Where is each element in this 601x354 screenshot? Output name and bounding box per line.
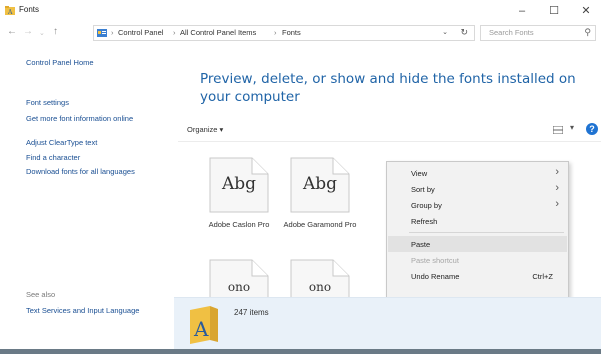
breadcrumb-separator: › bbox=[274, 28, 277, 37]
back-arrow-icon[interactable]: ← bbox=[7, 26, 17, 38]
sidebar-link-download-fonts[interactable]: Download fonts for all languages bbox=[26, 167, 146, 176]
breadcrumb-separator: › bbox=[111, 28, 114, 37]
breadcrumb-control-panel[interactable]: Control Panel bbox=[118, 28, 163, 37]
recent-locations-icon[interactable]: ⌄ bbox=[39, 28, 45, 40]
font-preview-text: Abg bbox=[221, 174, 257, 194]
minimize-button[interactable]: – bbox=[509, 2, 535, 20]
svg-text:A: A bbox=[193, 317, 209, 341]
menu-item-label: View bbox=[411, 169, 428, 178]
menu-item-view[interactable]: View › bbox=[388, 165, 567, 181]
help-icon[interactable]: ? bbox=[586, 123, 598, 135]
sidebar-link-text-services[interactable]: Text Services and Input Language bbox=[26, 306, 146, 315]
menu-item-label: Refresh bbox=[411, 217, 438, 226]
search-input[interactable]: Search Fonts ⚲ bbox=[480, 25, 596, 41]
font-tile[interactable]: ono bbox=[289, 258, 355, 315]
breadcrumb-fonts[interactable]: Fonts bbox=[282, 28, 301, 37]
menu-item-group-by[interactable]: Group by › bbox=[388, 197, 567, 213]
submenu-arrow-icon: › bbox=[555, 166, 559, 178]
menu-item-paste[interactable]: Paste bbox=[388, 236, 567, 252]
sidebar-link-control-panel-home[interactable]: Control Panel Home bbox=[26, 58, 94, 67]
sidebar-link-more-font-info[interactable]: Get more font information online bbox=[26, 114, 156, 123]
page-heading: Preview, delete, or show and hide the fo… bbox=[200, 71, 576, 105]
search-placeholder: Search Fonts bbox=[489, 28, 534, 37]
title-bar: A Fonts – ☐ ✕ bbox=[0, 0, 601, 22]
forward-arrow-icon[interactable]: → bbox=[23, 26, 33, 38]
menu-item-paste-shortcut[interactable]: Paste shortcut bbox=[388, 252, 567, 268]
view-options-icon[interactable] bbox=[553, 126, 563, 134]
font-name-label: Adobe Garamond Pro bbox=[283, 220, 357, 229]
fonts-folder-icon: A bbox=[5, 6, 15, 15]
up-arrow-icon[interactable]: ↑ bbox=[53, 26, 58, 38]
details-pane: A 247 items bbox=[174, 297, 601, 354]
menu-item-label: Undo Rename bbox=[411, 272, 460, 281]
menu-item-sort-by[interactable]: Sort by › bbox=[388, 181, 567, 197]
view-dropdown-icon[interactable]: ▾ bbox=[570, 123, 574, 132]
menu-item-label: Paste bbox=[411, 240, 431, 249]
context-menu: View › Sort by › Group by › Refresh Past… bbox=[386, 161, 569, 299]
menu-item-refresh[interactable]: Refresh bbox=[388, 213, 567, 229]
menu-separator bbox=[409, 232, 564, 233]
font-preview-text: ono bbox=[227, 280, 251, 294]
taskbar-strip bbox=[0, 349, 601, 354]
fonts-folder-icon: A bbox=[190, 306, 218, 344]
maximize-button[interactable]: ☐ bbox=[541, 2, 567, 20]
breadcrumb-separator: › bbox=[173, 28, 176, 37]
submenu-arrow-icon: › bbox=[555, 198, 559, 210]
menu-item-label: Sort by bbox=[411, 185, 435, 194]
breadcrumb-all-items[interactable]: All Control Panel Items bbox=[180, 28, 256, 37]
address-row: ← → ⌄ ↑ › Control Panel › All Control Pa… bbox=[0, 22, 601, 44]
submenu-arrow-icon: › bbox=[555, 182, 559, 194]
menu-item-undo-rename[interactable]: Undo Rename Ctrl+Z bbox=[388, 268, 567, 284]
menu-item-shortcut: Ctrl+Z bbox=[532, 272, 553, 281]
font-name-label: Adobe Caslon Pro bbox=[208, 220, 270, 229]
search-icon: ⚲ bbox=[584, 27, 591, 37]
sidebar-link-cleartype[interactable]: Adjust ClearType text bbox=[26, 138, 97, 147]
see-also-title: See also bbox=[26, 290, 56, 299]
window-title: Fonts bbox=[19, 5, 40, 14]
font-tile-adobe-garamond-pro[interactable]: Abg Adobe Garamond Pro bbox=[284, 156, 356, 252]
control-panel-icon bbox=[97, 29, 107, 37]
organize-button[interactable]: Organize ▾ bbox=[187, 125, 223, 134]
menu-item-label: Paste shortcut bbox=[411, 256, 459, 265]
font-preview-text: ono bbox=[308, 280, 332, 294]
sidebar: Control Panel Home Font settings Get mor… bbox=[0, 44, 178, 354]
command-bar: Organize ▾ ▾ ? bbox=[178, 116, 601, 142]
refresh-icon[interactable]: ↻ bbox=[460, 27, 468, 38]
address-bar[interactable]: › Control Panel › All Control Panel Item… bbox=[93, 25, 475, 41]
svg-text:A: A bbox=[7, 9, 13, 15]
sidebar-link-find-character[interactable]: Find a character bbox=[26, 153, 80, 162]
close-button[interactable]: ✕ bbox=[573, 2, 599, 20]
item-count: 247 items bbox=[234, 308, 269, 317]
sidebar-link-font-settings[interactable]: Font settings bbox=[26, 98, 69, 107]
font-preview-text: Abg bbox=[302, 174, 338, 194]
address-dropdown-icon[interactable]: ⌄ bbox=[442, 28, 448, 36]
font-tile-adobe-caslon-pro[interactable]: Abg Adobe Caslon Pro bbox=[208, 156, 274, 252]
menu-item-label: Group by bbox=[411, 201, 442, 210]
font-tile[interactable]: ono bbox=[208, 258, 274, 315]
